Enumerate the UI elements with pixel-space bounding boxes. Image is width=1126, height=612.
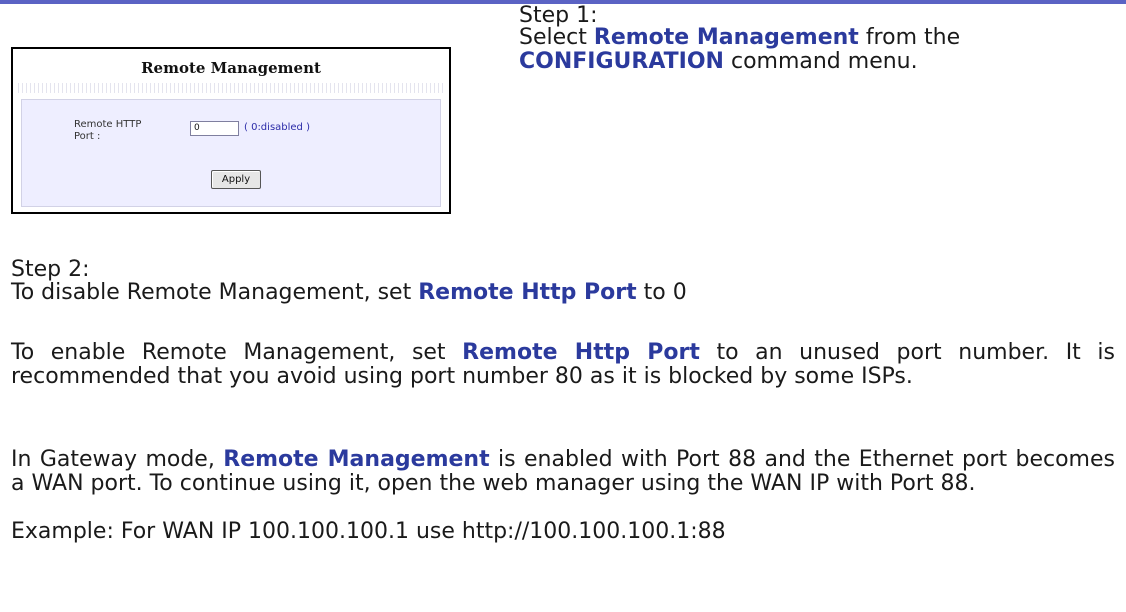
example-line: Example: For WAN IP 100.100.100.1 use ht… [11,519,726,544]
enable-paragraph: To enable Remote Management, set Remote … [11,341,1115,389]
remote-management-screenshot: Remote Management Remote HTTP Port : 0 (… [11,47,451,214]
configuration-link: CONFIGURATION [519,49,724,74]
step1-mid: from the [865,25,961,50]
disable-post: to 0 [643,280,687,305]
remote-http-port-input[interactable]: 0 [190,121,239,136]
settings-panel: Remote HTTP Port : 0 ( 0:disabled ) Appl… [21,99,441,207]
remote-management-link: Remote Management [593,25,859,50]
disable-pre: To disable Remote Management, set [11,280,412,305]
step1-line1: Select Remote Management from the [519,26,1114,50]
apply-button[interactable]: Apply [211,170,261,189]
screenshot-title: Remote Management [141,59,321,77]
remote-management-ref: Remote Management [223,447,490,472]
disable-paragraph: To disable Remote Management, set Remote… [11,281,687,305]
gateway-paragraph: In Gateway mode, Remote Management is en… [11,448,1115,496]
title-dotted-rule [18,83,444,93]
remote-http-port-ref-2: Remote Http Port [462,340,700,365]
gateway-pre: In Gateway mode, [11,447,215,472]
step1-post: command menu. [730,49,918,74]
remote-http-port-ref-1: Remote Http Port [418,280,637,305]
step2-heading: Step 2: [11,257,90,282]
step1-line2: CONFIGURATION command menu. [519,50,918,74]
port-hint: ( 0:disabled ) [244,122,310,133]
enable-pre: To enable Remote Management, set [11,340,446,365]
remote-http-port-label: Remote HTTP Port : [74,119,142,142]
step1-pre: Select [519,25,587,50]
